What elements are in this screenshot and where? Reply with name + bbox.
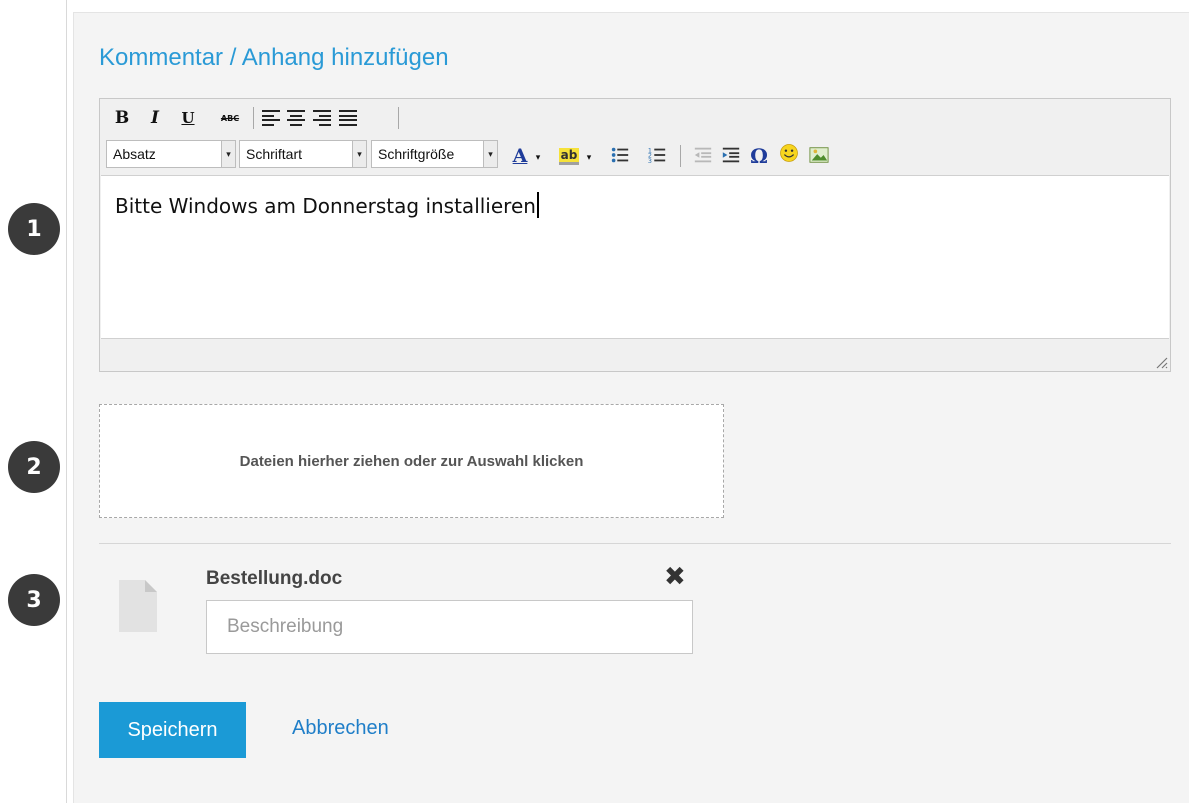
indent-icon[interactable] — [720, 145, 742, 165]
image-icon[interactable] — [808, 145, 830, 165]
outdent-icon[interactable] — [692, 145, 714, 165]
attachment-filename: Bestellung.doc — [206, 568, 343, 589]
italic-button[interactable]: I — [148, 108, 162, 128]
bullet-list-icon[interactable] — [609, 145, 631, 165]
align-justify-icon — [339, 110, 357, 126]
smiley-icon[interactable] — [776, 143, 802, 163]
text-caret — [536, 192, 539, 218]
rich-text-editor: B I U ABC Absatz ▾ Schriftart ▾ Schriftg… — [99, 98, 1171, 372]
editor-content-text: Bitte Windows am Donnerstag installieren — [115, 192, 539, 218]
align-right-button[interactable] — [312, 108, 332, 128]
save-button[interactable]: Speichern — [99, 702, 246, 758]
font-size-select-arrow[interactable]: ▾ — [484, 140, 498, 168]
highlight-icon: ab — [558, 147, 580, 165]
divider — [99, 543, 1171, 544]
font-select[interactable]: Schriftart — [239, 140, 353, 168]
step-marker-2: 2 — [8, 441, 60, 493]
cancel-link[interactable]: Abbrechen — [292, 717, 389, 740]
align-left-icon — [262, 110, 280, 126]
format-select[interactable]: Absatz — [106, 140, 222, 168]
special-char-icon[interactable]: Ω — [748, 144, 770, 168]
editor-toolbar-row-1: B I U ABC — [100, 99, 1170, 135]
form-title: Kommentar / Anhang hinzufügen — [99, 44, 449, 71]
align-right-icon — [313, 110, 331, 126]
highlight-dropdown[interactable]: ▾ — [584, 147, 594, 167]
toolbar-separator — [253, 107, 254, 129]
file-dropzone[interactable]: Dateien hierher ziehen oder zur Auswahl … — [99, 404, 724, 518]
font-select-arrow[interactable]: ▾ — [353, 140, 367, 168]
toolbar-separator — [680, 145, 681, 167]
bold-button[interactable]: B — [114, 108, 130, 128]
font-color-dropdown[interactable]: ▾ — [533, 147, 543, 167]
align-left-button[interactable] — [261, 108, 281, 128]
step-marker-3: 3 — [8, 574, 60, 626]
attachment-description-input[interactable] — [206, 600, 693, 654]
format-select-arrow[interactable]: ▾ — [222, 140, 236, 168]
toolbar-separator — [398, 107, 399, 129]
align-justify-button[interactable] — [338, 108, 358, 128]
step-marker-1: 1 — [8, 203, 60, 255]
editor-statusbar — [100, 340, 1170, 371]
numbered-list-icon[interactable]: 1 2 3 — [646, 145, 668, 165]
font-color-button[interactable]: A — [508, 143, 532, 169]
align-center-button[interactable] — [286, 108, 306, 128]
left-border-line — [66, 0, 67, 803]
svg-text:3: 3 — [648, 158, 652, 165]
document-file-icon — [119, 580, 157, 632]
font-size-select[interactable]: Schriftgröße — [371, 140, 484, 168]
strikethrough-button[interactable]: ABC — [220, 108, 240, 128]
align-center-icon — [287, 110, 305, 126]
highlight-button[interactable]: ab — [556, 143, 582, 169]
resize-handle-icon[interactable] — [1154, 355, 1168, 369]
editor-content-area[interactable]: Bitte Windows am Donnerstag installieren — [101, 175, 1169, 339]
remove-attachment-icon[interactable]: ✖ — [664, 564, 686, 590]
font-color-icon: A — [512, 145, 528, 167]
underline-button[interactable]: U — [180, 108, 196, 128]
